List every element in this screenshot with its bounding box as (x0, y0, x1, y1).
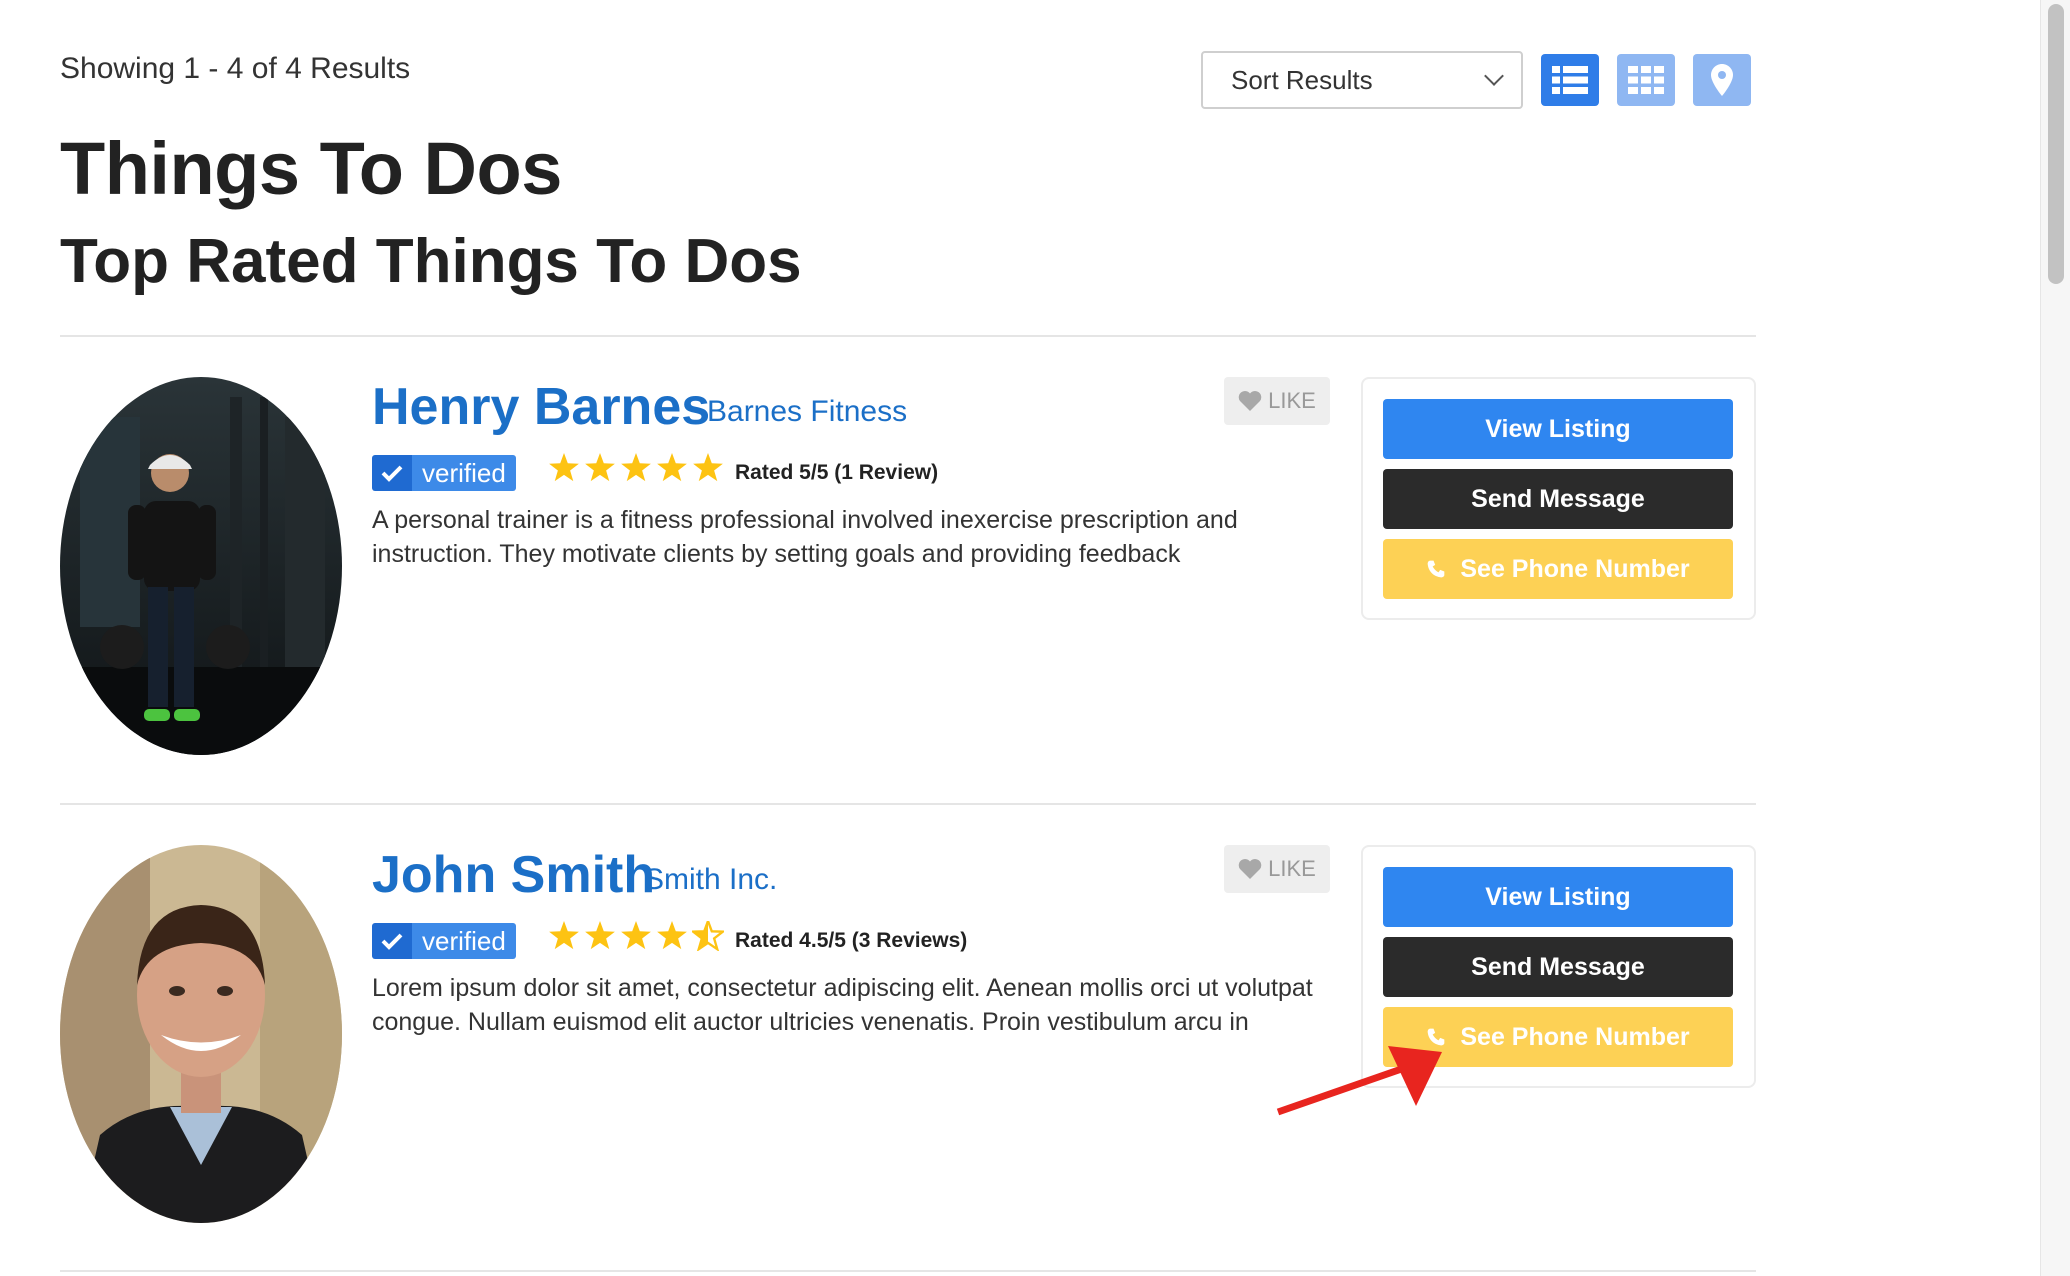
company-name[interactable]: Smith Inc. (644, 863, 777, 897)
results-count: Showing 1 - 4 of 4 Results (60, 52, 411, 85)
see-phone-number-button[interactable]: See Phone Number (1383, 539, 1733, 599)
star-icon (657, 453, 687, 482)
divider (60, 335, 1756, 337)
star-half-icon (692, 921, 724, 951)
results-toolbar: Sort Results (1201, 51, 1751, 109)
chevron-down-icon (1484, 66, 1504, 86)
check-icon (381, 465, 403, 482)
send-message-button[interactable]: Send Message (1383, 937, 1733, 997)
like-button[interactable]: LIKE (1224, 845, 1330, 893)
annotation-arrow-icon (1276, 1046, 1442, 1116)
grid-icon (1628, 66, 1664, 94)
company-name[interactable]: Barnes Fitness (707, 395, 907, 429)
star-icon (621, 921, 651, 950)
scroll-thumb[interactable] (2048, 4, 2064, 284)
listing-description: Lorem ipsum dolor sit amet, consectetur … (372, 974, 1313, 1036)
like-button[interactable]: LIKE (1224, 377, 1330, 425)
listing-actions: View Listing Send Message See Phone Numb… (1361, 377, 1756, 620)
star-icon (621, 453, 651, 482)
listing-description: A personal trainer is a fitness professi… (372, 506, 1238, 568)
avatar[interactable] (60, 845, 342, 1223)
view-listing-button[interactable]: View Listing (1383, 399, 1733, 459)
divider (60, 803, 1756, 805)
grid-view-button[interactable] (1617, 54, 1675, 106)
check-icon (381, 933, 403, 950)
map-pin-icon (1711, 64, 1733, 96)
sort-results-select[interactable]: Sort Results (1201, 51, 1523, 109)
listing-name[interactable]: John Smith (372, 845, 655, 905)
page-subtitle: Top Rated Things To Dos (60, 227, 802, 296)
divider (60, 1270, 1756, 1272)
star-rating (548, 453, 724, 483)
rating-text: Rated 4.5/5 (3 Reviews) (735, 929, 968, 952)
star-icon (657, 921, 687, 950)
verified-label: verified (412, 923, 516, 959)
verified-badge: verified (372, 455, 516, 491)
verified-label: verified (412, 455, 516, 491)
star-icon (549, 921, 579, 950)
star-icon (693, 453, 723, 482)
listing-name[interactable]: Henry Barnes (372, 377, 710, 437)
listing-card: Henry Barnes Barnes Fitness LIKE verifie… (60, 377, 1756, 777)
list-view-button[interactable] (1541, 54, 1599, 106)
star-rating (548, 921, 724, 951)
map-view-button[interactable] (1693, 54, 1751, 106)
star-icon (585, 453, 615, 482)
phone-button-label: See Phone Number (1460, 554, 1690, 583)
verified-badge: verified (372, 923, 516, 959)
rating-text: Rated 5/5 (1 Review) (735, 461, 939, 484)
heart-icon (1238, 859, 1262, 879)
avatar[interactable] (60, 377, 342, 755)
like-label: LIKE (1268, 388, 1316, 413)
heart-icon (1238, 391, 1262, 411)
sort-select-label: Sort Results (1231, 64, 1373, 95)
listing-card: John Smith Smith Inc. LIKE verified Rate… (60, 845, 1756, 1245)
star-icon (549, 453, 579, 482)
view-listing-button[interactable]: View Listing (1383, 867, 1733, 927)
page-title: Things To Dos (60, 127, 562, 210)
list-icon (1552, 66, 1588, 94)
page-scrollbar[interactable] (2040, 0, 2070, 1276)
send-message-button[interactable]: Send Message (1383, 469, 1733, 529)
phone-icon (1428, 560, 1445, 578)
star-icon (585, 921, 615, 950)
like-label: LIKE (1268, 856, 1316, 881)
phone-button-label: See Phone Number (1460, 1022, 1690, 1051)
